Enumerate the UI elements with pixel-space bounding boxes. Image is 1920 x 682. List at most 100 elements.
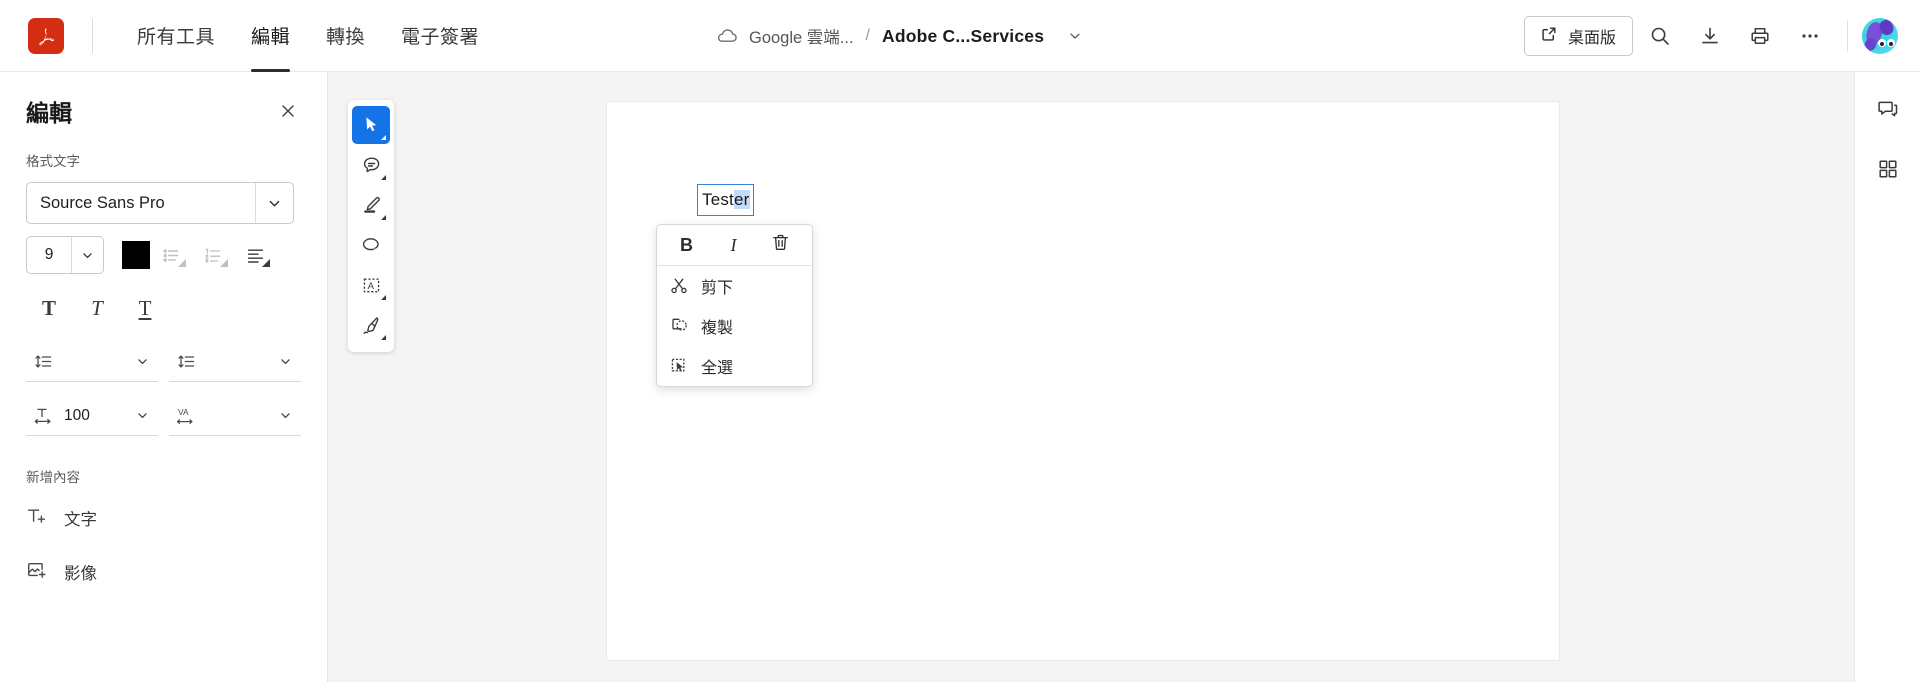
add-content-label: 新增內容 (26, 470, 80, 485)
download-icon[interactable] (1687, 13, 1733, 59)
comment-bubble-tool[interactable] (352, 146, 390, 184)
horizontal-scale-icon (26, 406, 60, 425)
tool-rail: A (348, 100, 394, 352)
app-logo[interactable] (0, 0, 92, 72)
cloud-icon (715, 27, 739, 45)
all-tools-grid-icon[interactable] (1865, 146, 1911, 192)
lasso-loop-tool[interactable] (352, 226, 390, 264)
marker-pen-tool[interactable] (352, 186, 390, 224)
scissors-icon (669, 277, 689, 295)
copy-item[interactable]: 複製 (657, 306, 812, 346)
select-all-item[interactable]: 全選 (657, 346, 812, 386)
bold-button[interactable]: B (663, 225, 710, 265)
italic-icon[interactable]: T (74, 288, 120, 328)
add-image-icon (26, 559, 48, 586)
select-tool[interactable] (352, 106, 390, 144)
desktop-app-button-label: 桌面版 (1567, 30, 1616, 47)
search-icon[interactable] (1637, 13, 1683, 59)
nav-tab-esign-label: 電子簽署 (401, 27, 480, 48)
edit-panel: 編輯 格式文字 Source Sans Pro 9 T T T 100 VA 新… (0, 72, 328, 682)
font-size-row: 9 (26, 236, 301, 274)
italic-button-label: I (730, 234, 737, 255)
pdf-page[interactable]: Tester B I 剪下 複製 全選 (607, 102, 1559, 660)
paragraph-spacing-field[interactable] (169, 342, 301, 382)
document-canvas: A Tester B I 剪下 複製 全選 (328, 72, 1855, 682)
bulleted-list-icon[interactable] (150, 236, 192, 274)
nav-tab-convert[interactable]: 轉換 (308, 0, 383, 72)
font-size-select[interactable]: 9 (26, 236, 104, 274)
breadcrumb-source[interactable]: Google 雲端... (749, 24, 854, 48)
bold-glyph: T (41, 295, 56, 320)
edit-panel-header: 編輯 (0, 72, 327, 128)
copy-item-label: 複製 (701, 320, 734, 337)
chevron-down-icon (128, 355, 158, 368)
breadcrumb-separator: / (865, 27, 870, 44)
select-all-icon (669, 357, 689, 375)
more-options-icon[interactable] (1787, 13, 1833, 59)
chevron-down-icon (271, 409, 301, 422)
chevron-down-icon (128, 409, 158, 422)
copy-icon (669, 317, 689, 335)
delete-button[interactable] (757, 225, 804, 265)
cut-item[interactable]: 剪下 (657, 266, 812, 306)
close-icon[interactable] (275, 98, 301, 124)
logo-divider (92, 18, 93, 53)
underline-icon[interactable]: T (122, 288, 168, 328)
edit-panel-body: Source Sans Pro 9 T T T 100 VA (0, 182, 327, 436)
letter-spacing-field[interactable]: VA (169, 396, 301, 436)
bold-icon[interactable]: T (26, 288, 72, 328)
context-menu-format-bar: B I (657, 225, 812, 266)
add-text-icon (26, 505, 48, 532)
open-external-icon (1541, 26, 1557, 47)
nav-tab-esign[interactable]: 電子簽署 (383, 0, 497, 72)
text-align-icon[interactable] (234, 236, 276, 274)
format-text-label: 格式文字 (26, 154, 80, 169)
print-icon[interactable] (1737, 13, 1783, 59)
select-all-item-label: 全選 (701, 360, 734, 377)
numbered-list-icon[interactable] (192, 236, 234, 274)
editable-text-box[interactable]: Tester (697, 184, 754, 216)
nav-tabs: 所有工具 編輯 轉換 電子簽署 (119, 0, 497, 72)
paragraph-spacing-icon (169, 352, 203, 371)
add-text-item[interactable]: 文字 (0, 496, 327, 540)
italic-glyph: T (91, 295, 103, 320)
font-family-select[interactable]: Source Sans Pro (26, 182, 294, 224)
text-unselected: Test (702, 190, 734, 209)
text-color-swatch[interactable] (122, 241, 150, 269)
right-rail (1855, 72, 1920, 682)
top-bar-actions: 桌面版 (1523, 0, 1904, 72)
toolbar-divider (1847, 20, 1848, 52)
add-image-item[interactable]: 影像 (0, 550, 327, 594)
text-box-tool[interactable]: A (352, 266, 390, 304)
italic-button[interactable]: I (710, 225, 757, 265)
nav-tab-all-tools[interactable]: 所有工具 (119, 0, 233, 72)
top-bar: 所有工具 編輯 轉換 電子簽署 Google 雲端... / Adobe C..… (0, 0, 1920, 72)
comments-panel-icon[interactable] (1865, 86, 1911, 132)
text-selected: er (733, 190, 750, 209)
nav-tab-convert-label: 轉換 (326, 27, 366, 48)
svg-text:A: A (367, 281, 374, 292)
line-spacing-row (26, 342, 301, 382)
user-avatar[interactable] (1862, 18, 1898, 54)
nav-tab-edit-label: 編輯 (251, 27, 291, 48)
breadcrumb-title: Adobe C...Services (882, 25, 1045, 46)
chevron-down-icon (271, 355, 301, 368)
chevron-down-icon[interactable] (1068, 29, 1082, 43)
horizontal-scale-field[interactable]: 100 (26, 396, 158, 436)
cut-item-label: 剪下 (701, 280, 734, 297)
nav-tab-edit[interactable]: 編輯 (233, 0, 308, 72)
context-menu: B I 剪下 複製 全選 (656, 224, 813, 387)
letter-spacing-icon: VA (169, 406, 203, 426)
horizontal-scale-value: 100 (64, 406, 90, 424)
scale-spacing-row: 100 VA (26, 396, 301, 436)
bold-button-label: B (680, 234, 693, 255)
fountain-pen-tool[interactable] (352, 306, 390, 344)
chevron-down-icon (255, 183, 293, 223)
line-spacing-field[interactable] (26, 342, 158, 382)
chevron-down-icon (71, 237, 103, 273)
underline-glyph: T (138, 295, 152, 320)
adobe-acrobat-logo-icon (28, 17, 64, 54)
desktop-app-button[interactable]: 桌面版 (1523, 16, 1633, 56)
text-style-row: T T T (26, 288, 301, 328)
add-text-label: 文字 (64, 511, 97, 529)
